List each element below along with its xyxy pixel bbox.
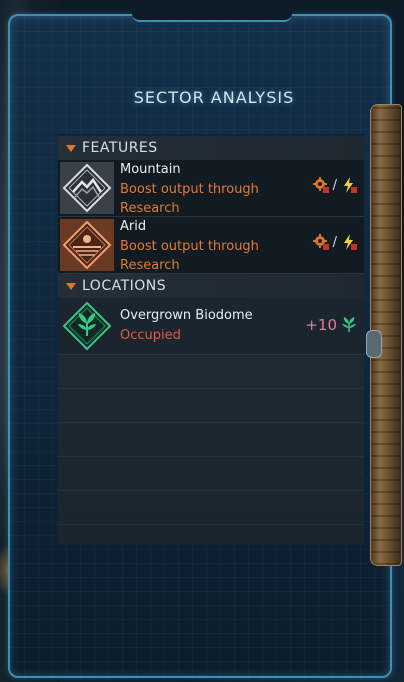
energy-bolt-icon xyxy=(344,177,357,193)
location-row-biodome[interactable]: Overgrown Biodome Occupied +10 xyxy=(58,298,364,355)
locations-header[interactable]: LOCATIONS xyxy=(58,274,364,299)
feature-row-arid[interactable]: Arid Boost output through Research / xyxy=(58,217,364,274)
feature-bonus: / xyxy=(312,176,358,194)
features-label: FEATURES xyxy=(82,140,158,156)
locations-label: LOCATIONS xyxy=(82,278,167,294)
food-leaf-icon xyxy=(342,317,356,332)
panel-title: SECTOR ANALYSIS xyxy=(133,88,295,107)
empty-slots xyxy=(58,354,364,544)
research-gear-icon xyxy=(312,234,329,250)
feature-desc-line2: Research xyxy=(120,258,180,273)
features-header[interactable]: FEATURES xyxy=(58,136,364,161)
feature-desc-line2: Research xyxy=(120,201,180,216)
feature-name: Arid xyxy=(120,219,147,234)
collapse-knob[interactable] xyxy=(366,330,382,358)
game-screen: SECTOR ANALYSIS FEATURES Mountain Boost … xyxy=(0,0,404,682)
frame-notch xyxy=(132,10,292,22)
feature-name: Mountain xyxy=(120,162,181,177)
research-gear-icon xyxy=(312,177,329,193)
location-name: Overgrown Biodome xyxy=(120,308,253,323)
bonus-separator: / xyxy=(332,234,337,250)
feature-desc: Boost output through Research xyxy=(120,237,280,275)
location-bonus: +10 xyxy=(305,316,358,334)
biodome-leaf-icon xyxy=(60,300,114,352)
arid-sun-icon xyxy=(60,219,114,271)
collapse-triangle-icon xyxy=(66,144,76,152)
feature-desc: Boost output through Research xyxy=(120,180,280,218)
mountain-icon xyxy=(60,162,114,214)
location-status: Occupied xyxy=(120,328,181,343)
collapse-triangle-icon xyxy=(66,282,76,290)
feature-desc-line1: Boost output through xyxy=(120,182,259,197)
feature-bonus: / xyxy=(312,233,358,251)
energy-bolt-icon xyxy=(344,234,357,250)
feature-desc-line1: Boost output through xyxy=(120,239,259,254)
bonus-value: +10 xyxy=(305,316,337,334)
feature-row-mountain[interactable]: Mountain Boost output through Research / xyxy=(58,160,364,217)
bonus-separator: / xyxy=(332,177,337,193)
